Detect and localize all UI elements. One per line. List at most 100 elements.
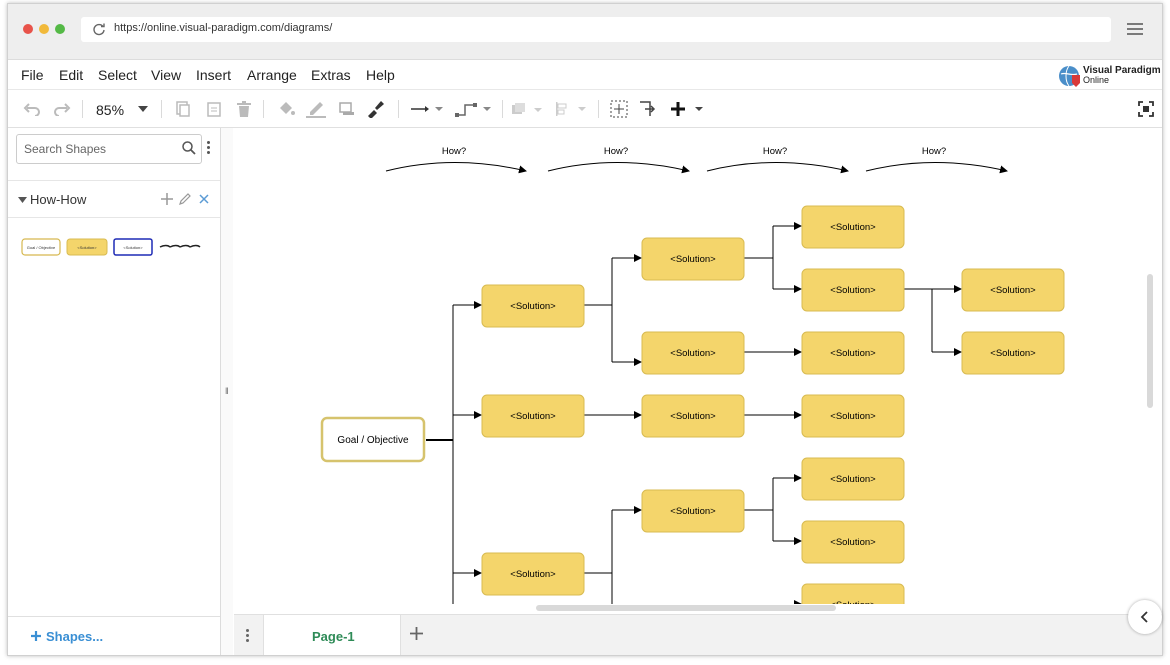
visual-paradigm-logo: Visual Paradigm Online — [1058, 64, 1161, 88]
logo-globe-icon — [1059, 65, 1080, 87]
close-window-button[interactable] — [23, 24, 33, 34]
how-arrow[interactable]: How? — [385, 146, 527, 174]
solution-node[interactable]: <Solution> — [641, 394, 745, 438]
menu-extras[interactable]: Extras — [311, 67, 351, 83]
align-button[interactable] — [554, 90, 588, 127]
more-shapes-button[interactable]: Shapes... — [8, 616, 220, 655]
solution-node[interactable]: <Solution> — [801, 205, 905, 249]
search-icon[interactable] — [182, 141, 196, 155]
solution-node[interactable]: <Solution> — [481, 394, 585, 438]
line-color-button[interactable] — [306, 90, 326, 127]
solution-label: <Solution> — [670, 411, 716, 422]
solution-node[interactable]: <Solution> — [641, 237, 745, 281]
tab-page-1[interactable]: Page-1 — [263, 615, 401, 655]
fullscreen-button[interactable] — [1136, 90, 1156, 127]
diagram-canvas[interactable]: How? How? How? How? Goal / Objective <So… — [234, 128, 1162, 604]
fit-page-button[interactable] — [638, 90, 658, 127]
delete-button[interactable] — [235, 90, 253, 127]
how-arrows-thumbnail[interactable] — [159, 244, 201, 248]
solution-node[interactable]: <Solution> — [481, 284, 585, 328]
minimize-window-button[interactable] — [39, 24, 49, 34]
shape-palette: Goal / Objective <Solution> <Solution> — [21, 238, 201, 256]
menu-arrange[interactable]: Arrange — [247, 67, 297, 83]
menu-file[interactable]: File — [21, 67, 44, 83]
edit-icon[interactable] — [179, 193, 191, 205]
format-painter-button[interactable] — [365, 90, 385, 127]
solution-node[interactable]: <Solution> — [961, 331, 1065, 375]
zoom-dropdown[interactable] — [136, 90, 150, 127]
paste-icon — [207, 101, 221, 117]
collapse-panel-button[interactable] — [1128, 600, 1162, 634]
solution-node[interactable]: <Solution> — [641, 489, 745, 533]
align-icon — [556, 101, 586, 116]
undo-button[interactable] — [21, 90, 43, 127]
redo-icon — [54, 102, 71, 116]
solution-node[interactable]: <Solution> — [801, 394, 905, 438]
how-arrow[interactable]: How? — [706, 146, 849, 174]
search-placeholder: Search Shapes — [24, 142, 107, 156]
fill-color-button[interactable] — [276, 90, 296, 127]
solution-node[interactable]: <Solution> — [961, 268, 1065, 312]
solution-node[interactable]: <Solution> — [801, 331, 905, 375]
svg-text:<Solution>: <Solution> — [123, 245, 143, 250]
horizontal-scrollbar[interactable] — [536, 605, 836, 611]
reload-icon[interactable] — [92, 22, 106, 36]
redo-button[interactable] — [51, 90, 73, 127]
goal-shape-thumbnail[interactable]: Goal / Objective — [21, 238, 61, 256]
solution-label: <Solution> — [510, 301, 556, 312]
plus-icon — [31, 631, 41, 641]
how-arrow[interactable]: How? — [865, 146, 1008, 174]
copy-button[interactable] — [174, 90, 192, 127]
add-icon[interactable] — [161, 193, 173, 205]
solution-node[interactable]: <Solution> — [481, 552, 585, 596]
select-all-button[interactable] — [609, 90, 629, 127]
menu-bar: File Edit Select View Insert Arrange Ext… — [8, 60, 1162, 90]
arrange-order-button[interactable] — [510, 90, 544, 127]
solution-node[interactable]: <Solution> — [801, 583, 905, 604]
insert-button[interactable] — [669, 90, 707, 127]
sidebar-splitter[interactable]: ‖ — [221, 128, 233, 655]
page-options-icon[interactable] — [246, 629, 249, 642]
browser-window: https://online.visual-paradigm.com/diagr… — [7, 3, 1163, 656]
solution-shape-thumbnail[interactable]: <Solution> — [66, 238, 108, 256]
paste-button[interactable] — [205, 90, 223, 127]
trash-icon — [237, 100, 251, 117]
connector-style-button[interactable] — [408, 90, 446, 127]
solution-label: <Solution> — [830, 348, 876, 359]
maximize-window-button[interactable] — [55, 24, 65, 34]
chevron-down-icon — [138, 105, 148, 112]
solution-node[interactable]: <Solution> — [801, 520, 905, 564]
more-shapes-label: Shapes... — [46, 629, 104, 644]
sidebar-options-icon[interactable] — [207, 141, 210, 156]
menu-help[interactable]: Help — [366, 67, 395, 83]
pencil-icon — [306, 101, 326, 118]
shapes-sidebar: Search Shapes How-How Goal / Objective <… — [8, 128, 221, 655]
browser-menu-icon[interactable] — [1127, 23, 1143, 37]
vertical-scrollbar[interactable] — [1147, 274, 1153, 408]
add-page-icon[interactable] — [410, 627, 423, 640]
how-label: How? — [604, 146, 628, 157]
how-label: How? — [763, 146, 787, 157]
solution-node[interactable]: <Solution> — [641, 331, 745, 375]
menu-select[interactable]: Select — [98, 67, 137, 83]
zoom-level[interactable]: 85% — [96, 102, 124, 118]
how-arrow[interactable]: How? — [547, 146, 690, 174]
search-shapes-input[interactable]: Search Shapes — [16, 134, 202, 164]
shadow-button[interactable] — [337, 90, 357, 127]
address-bar[interactable]: https://online.visual-paradigm.com/diagr… — [81, 17, 1111, 42]
goal-node[interactable]: Goal / Objective — [320, 416, 426, 463]
close-icon[interactable] — [199, 194, 209, 204]
menu-insert[interactable]: Insert — [196, 67, 231, 83]
solution-node[interactable]: <Solution> — [801, 457, 905, 501]
menu-edit[interactable]: Edit — [59, 67, 83, 83]
toolbar: 85% — [8, 90, 1162, 128]
waypoint-style-button[interactable] — [454, 90, 494, 127]
solution-label: <Solution> — [830, 600, 876, 604]
solution-node[interactable]: <Solution> — [801, 268, 905, 312]
solution-label: <Solution> — [830, 537, 876, 548]
solution-outline-thumbnail[interactable]: <Solution> — [113, 238, 153, 256]
fullscreen-icon — [1138, 100, 1154, 117]
menu-view[interactable]: View — [151, 67, 181, 83]
undo-icon — [23, 102, 40, 116]
shape-library-header[interactable]: How-How — [8, 180, 220, 218]
